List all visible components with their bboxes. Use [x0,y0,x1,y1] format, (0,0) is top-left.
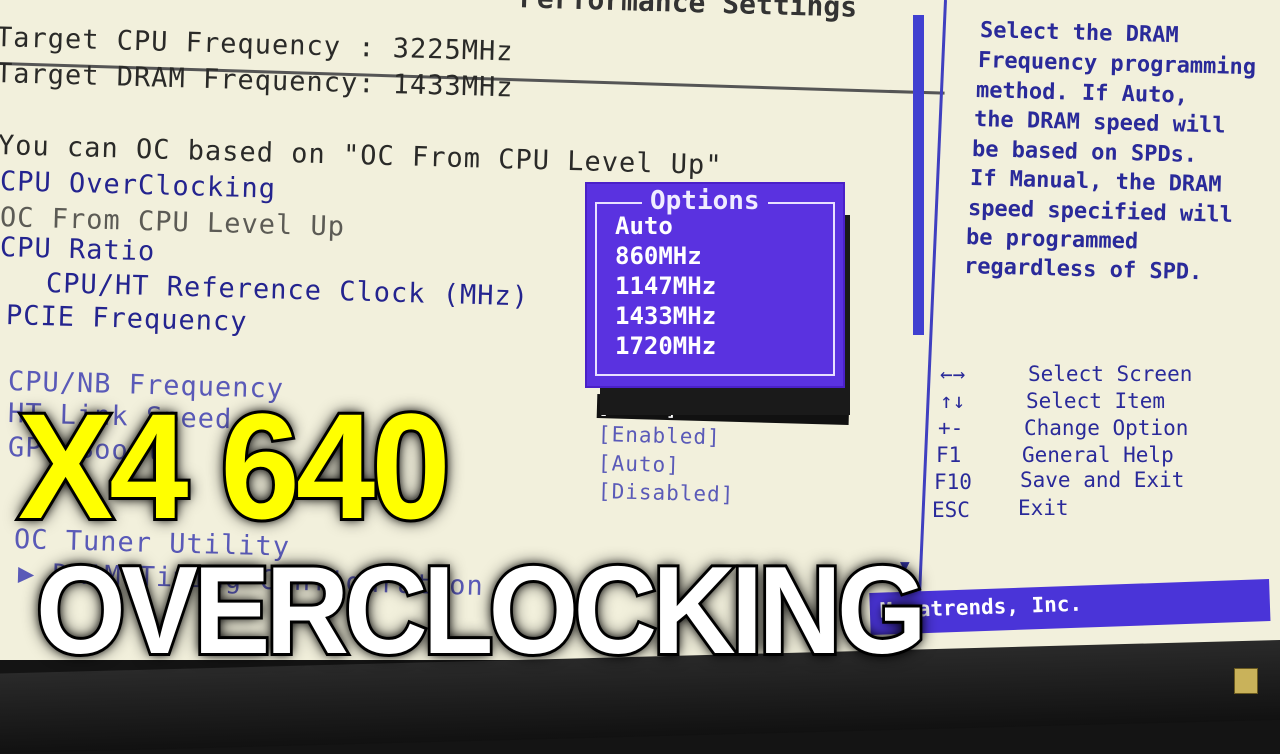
key-action: Exit [1018,496,1069,520]
key-action: Select Item [1026,389,1166,413]
key: ←→ [940,362,966,386]
channel-logo-icon [1234,668,1258,694]
key-action: Change Option [1024,416,1189,440]
key-action: Save and Exit [1020,468,1185,492]
option-1720[interactable]: 1720MHz [615,332,716,360]
help-line: Select the DRAM [979,18,1179,49]
key: ↑↓ [940,389,966,413]
key: +- [938,416,964,440]
help-line: be programmed [965,225,1139,255]
help-line: Frequency programming [977,48,1257,81]
value[interactable]: [Auto] [598,451,680,477]
value[interactable]: [Enabled] [598,422,721,449]
menu-item-pcie-frequency[interactable]: PCIE Frequency [6,300,248,338]
page-title: Performance Settings [519,0,858,24]
footer-bar: Megatrends, Inc. [869,579,1271,635]
menu-item-cpu-ratio[interactable]: CPU Ratio [0,232,156,267]
key: F1 [936,443,962,467]
help-line: If Manual, the DRAM [969,166,1222,198]
overlay-title-model: X4 640 [15,379,453,553]
key: ESC [932,498,970,522]
scrollbar[interactable] [913,15,924,335]
option-auto[interactable]: Auto [615,212,673,240]
value[interactable]: [Disabled] [598,479,735,507]
key: F10 [934,470,972,494]
options-popup: Options Auto 860MHz 1147MHz 1433MHz 1720… [585,182,845,388]
key-action: General Help [1022,443,1174,467]
option-1433[interactable]: 1433MHz [615,302,716,330]
option-1147[interactable]: 1147MHz [615,272,716,300]
key-action: Select Screen [1028,362,1193,386]
help-line: be based on SPDs. [971,137,1198,168]
help-line: the DRAM speed will [973,107,1226,139]
menu-item-cpu-overclocking[interactable]: CPU OverClocking [0,166,276,205]
help-line: regardless of SPD. [963,254,1203,286]
help-line: speed specified will [967,196,1234,228]
help-line: method. If Auto, [975,78,1189,109]
option-860[interactable]: 860MHz [615,242,702,270]
overlay-title-overclocking: OVERCLOCKING [33,539,929,683]
